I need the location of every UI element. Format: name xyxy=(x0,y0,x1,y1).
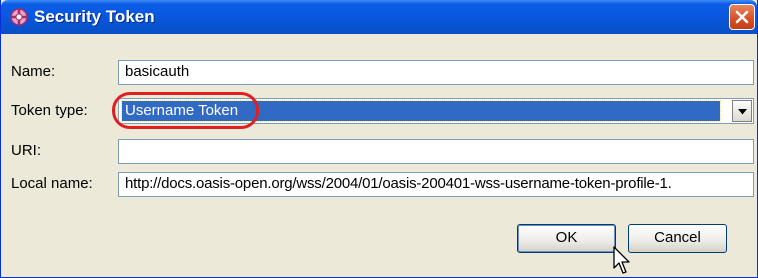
uri-label: URI: xyxy=(11,142,41,159)
name-label: Name: xyxy=(11,63,56,80)
chevron-down-icon xyxy=(738,109,747,115)
name-input[interactable]: basicauth xyxy=(118,60,754,85)
security-token-dialog: Security Token Name: basicauth Token typ… xyxy=(0,0,758,278)
close-icon xyxy=(735,10,749,24)
form-area: Name: basicauth Token type: Username Tok… xyxy=(5,48,754,274)
local-name-input[interactable]: http://docs.oasis-open.org/wss/2004/01/o… xyxy=(118,172,754,197)
ok-button[interactable]: OK xyxy=(517,224,616,253)
token-type-label: Token type: xyxy=(11,102,88,119)
close-button[interactable] xyxy=(729,4,755,30)
security-token-icon xyxy=(9,7,29,27)
highlight-annotation xyxy=(112,92,259,129)
local-name-label: Local name: xyxy=(11,175,93,192)
window-title: Security Token xyxy=(34,7,155,26)
token-type-dropdown-button[interactable] xyxy=(732,100,752,122)
mouse-pointer-icon xyxy=(613,246,630,274)
title-bar[interactable]: Security Token xyxy=(1,0,757,34)
cancel-button[interactable]: Cancel xyxy=(628,224,727,253)
uri-input[interactable] xyxy=(118,139,754,164)
